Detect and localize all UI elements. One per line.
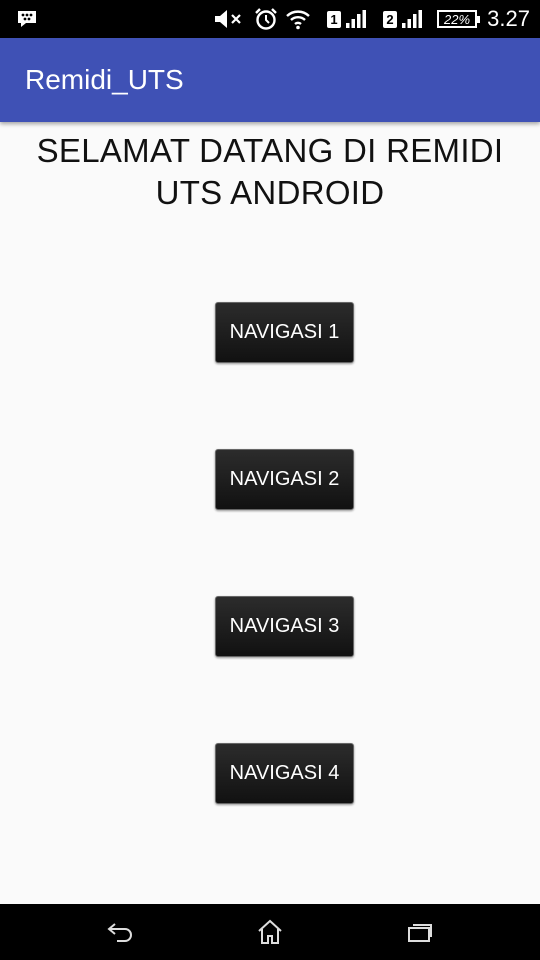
app-bar: Remidi_UTS xyxy=(0,38,540,122)
battery-percent: 22% xyxy=(437,10,480,28)
back-icon[interactable] xyxy=(90,904,150,960)
navigasi-2-button[interactable]: NAVIGASI 2 xyxy=(215,449,354,510)
signal-icon xyxy=(346,10,366,28)
recent-apps-icon[interactable] xyxy=(390,904,450,960)
bbm-icon xyxy=(14,0,40,38)
navigasi-3-button[interactable]: NAVIGASI 3 xyxy=(215,596,354,657)
sim2-signal: 2 xyxy=(378,0,428,38)
screen: 1 2 22% 3.27 Remidi_UTS SELAMAT DATANG D… xyxy=(0,0,540,960)
signal-icon xyxy=(402,10,422,28)
battery-icon: 22% xyxy=(434,0,480,38)
status-time: 3.27 xyxy=(487,6,530,31)
wifi-icon xyxy=(284,0,312,38)
home-icon[interactable] xyxy=(240,904,300,960)
app-title: Remidi_UTS xyxy=(25,64,184,95)
navigasi-1-button[interactable]: NAVIGASI 1 xyxy=(215,302,354,363)
sim1-label: 1 xyxy=(327,10,341,28)
sim1-signal: 1 xyxy=(323,0,371,38)
sim2-label: 2 xyxy=(383,10,397,28)
status-bar: 1 2 22% 3.27 xyxy=(0,0,540,38)
welcome-text: SELAMAT DATANG DI REMIDI UTS ANDROID xyxy=(36,132,504,211)
alarm-icon xyxy=(252,0,280,38)
mute-icon xyxy=(212,0,246,38)
navigasi-4-button[interactable]: NAVIGASI 4 xyxy=(215,743,354,804)
system-nav-bar xyxy=(0,904,540,960)
